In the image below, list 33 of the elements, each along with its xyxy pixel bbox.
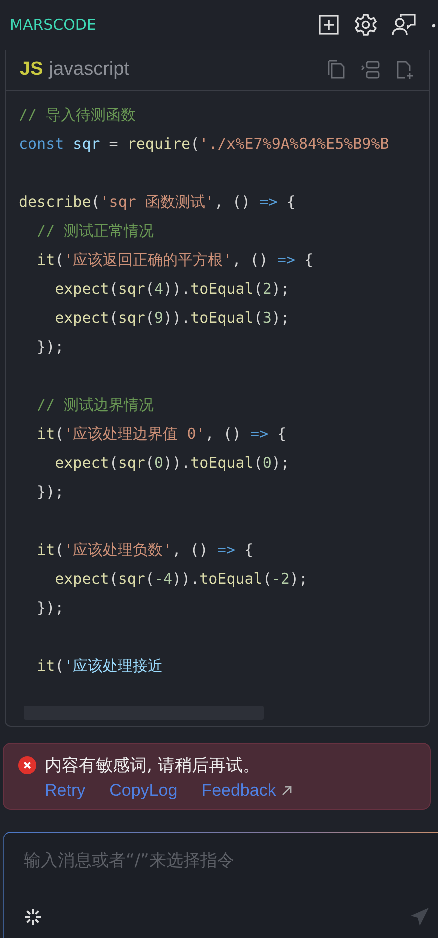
language-label: javascript bbox=[49, 59, 130, 81]
code-line: it('应该处理负数', () => { bbox=[36, 540, 254, 561]
code-line: expect(sqr(9)).toEqual(3); bbox=[54, 308, 290, 329]
code-line: const sqr = require('./x%E7%9A%84%E5%B9%B bbox=[19, 134, 390, 155]
copy-icon[interactable] bbox=[327, 60, 347, 80]
action-link[interactable]: CopyLog bbox=[110, 781, 178, 801]
new-file-icon[interactable] bbox=[395, 60, 415, 80]
person-chat-icon[interactable] bbox=[392, 14, 416, 36]
new-chat-icon[interactable] bbox=[318, 14, 340, 36]
code-line: it('应该处理边界值 0', () => { bbox=[36, 424, 287, 445]
code-line: it('应该返回正确的平方根', () => { bbox=[36, 250, 314, 271]
action-link[interactable]: Retry bbox=[45, 781, 86, 801]
error-message: 内容有敏感词, 请稍后再试。 bbox=[45, 755, 260, 777]
code-line: it('应该处理接近 bbox=[36, 656, 164, 677]
code-line: // 测试边界情况 bbox=[36, 395, 154, 416]
message-field[interactable]: 输入消息或者“/”来选择指令 bbox=[24, 851, 404, 871]
code-line: expect(sqr(-4)).toEqual(-2); bbox=[54, 569, 308, 590]
app-title: MARSCODE bbox=[10, 16, 98, 34]
code-line: expect(sqr(4)).toEqual(2); bbox=[54, 279, 290, 300]
code-line: // 导入待测函数 bbox=[19, 105, 136, 126]
code-line: expect(sqr(0)).toEqual(0); bbox=[54, 453, 290, 474]
action-link[interactable]: Feedback bbox=[202, 781, 294, 801]
language-abbreviation: JS bbox=[20, 59, 44, 81]
error-icon bbox=[18, 756, 37, 775]
sparkle-icon[interactable] bbox=[24, 908, 42, 926]
insert-icon[interactable] bbox=[361, 60, 381, 80]
code-line: }); bbox=[36, 337, 64, 358]
code-line: // 测试正常情况 bbox=[36, 221, 154, 242]
code-line: describe('sqr 函数测试', () => { bbox=[19, 192, 296, 213]
settings-icon[interactable] bbox=[354, 13, 378, 37]
code-line: }); bbox=[36, 482, 64, 503]
external-link-icon bbox=[281, 785, 294, 797]
code-line: }); bbox=[36, 598, 64, 619]
